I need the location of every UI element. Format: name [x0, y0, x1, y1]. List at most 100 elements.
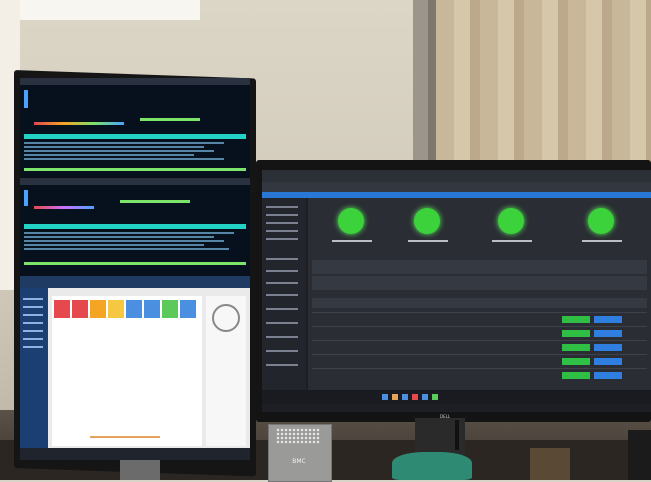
- table-row[interactable]: [312, 312, 647, 325]
- action-button[interactable]: [594, 330, 622, 337]
- status-tile[interactable]: [144, 300, 160, 318]
- taskbar-app-icon[interactable]: [392, 394, 398, 400]
- start-button[interactable]: [562, 316, 590, 323]
- mouse: [392, 452, 472, 480]
- right-monitor-screen: [262, 170, 651, 412]
- desk-object: [530, 448, 570, 480]
- sidebar-item[interactable]: [266, 322, 298, 324]
- status-node-4[interactable]: [588, 208, 614, 234]
- sidebar-item[interactable]: [266, 282, 298, 284]
- action-button[interactable]: [594, 344, 622, 351]
- process-row: [24, 150, 214, 152]
- sidebar-item[interactable]: [266, 350, 298, 352]
- chart-line: [90, 436, 160, 438]
- start-button[interactable]: [562, 372, 590, 379]
- table-row[interactable]: [312, 340, 647, 353]
- process-header-bar: [24, 224, 246, 229]
- table-row[interactable]: [312, 354, 647, 367]
- status-tile[interactable]: [180, 300, 196, 318]
- sidebar-item[interactable]: [266, 238, 298, 240]
- app-sidebar: [262, 198, 306, 390]
- start-button[interactable]: [562, 344, 590, 351]
- cpu-bar: [34, 122, 124, 125]
- sidebar-item[interactable]: [266, 294, 298, 296]
- sidebar-item[interactable]: [266, 270, 298, 272]
- status-tile[interactable]: [90, 300, 106, 318]
- left-monitor-screen: [20, 78, 250, 460]
- info-band: [312, 260, 647, 274]
- process-row: [24, 236, 214, 238]
- status-node-label: [492, 240, 532, 242]
- start-button[interactable]: [562, 330, 590, 337]
- action-button[interactable]: [594, 316, 622, 323]
- status-tile[interactable]: [54, 300, 70, 318]
- process-row: [24, 244, 204, 246]
- cpu-bar: [34, 206, 94, 209]
- process-row: [24, 232, 234, 234]
- browser-tab-bar[interactable]: [262, 170, 651, 182]
- table-header: [312, 298, 647, 308]
- taskbar: [20, 448, 250, 460]
- left-monitor-stand: [120, 460, 160, 480]
- status-node-2[interactable]: [414, 208, 440, 234]
- box-vent-grid: [276, 428, 320, 444]
- sidebar-item[interactable]: [266, 230, 298, 232]
- status-tile[interactable]: [126, 300, 142, 318]
- cpu-meter: [24, 190, 28, 206]
- bookmarks-bar[interactable]: [262, 182, 651, 192]
- sidebar-item[interactable]: [266, 336, 298, 338]
- sidebar-item[interactable]: [266, 364, 298, 366]
- status-node-3[interactable]: [498, 208, 524, 234]
- action-button[interactable]: [594, 358, 622, 365]
- browser-sidebar: [20, 288, 48, 448]
- browser-chrome: [20, 276, 250, 288]
- process-row: [24, 248, 229, 250]
- status-node-1[interactable]: [338, 208, 364, 234]
- sidebar-item[interactable]: [23, 338, 43, 340]
- process-header-bar: [24, 134, 246, 139]
- sidebar-item[interactable]: [23, 330, 43, 332]
- mem-bar: [140, 118, 200, 121]
- terminal-htop-bottom: [20, 178, 250, 274]
- status-tile[interactable]: [72, 300, 88, 318]
- sidebar-item[interactable]: [23, 298, 43, 300]
- sidebar-item[interactable]: [266, 206, 298, 208]
- sidebar-item[interactable]: [23, 314, 43, 316]
- table-row[interactable]: [312, 326, 647, 339]
- sidebar-item[interactable]: [266, 258, 298, 260]
- taskbar-app-icon[interactable]: [422, 394, 428, 400]
- sidebar-item[interactable]: [266, 308, 298, 310]
- info-band: [312, 276, 647, 290]
- sidebar-item[interactable]: [266, 222, 298, 224]
- terminal-titlebar: [20, 178, 250, 185]
- process-row: [24, 154, 194, 156]
- status-tile[interactable]: [108, 300, 124, 318]
- browser-dashboard: [20, 276, 250, 460]
- taskbar-app-icon[interactable]: [432, 394, 438, 400]
- taskbar-app-icon[interactable]: [412, 394, 418, 400]
- status-tile[interactable]: [162, 300, 178, 318]
- cpu-meter: [24, 90, 28, 108]
- cable: [455, 420, 459, 450]
- start-button[interactable]: [562, 358, 590, 365]
- sidebar-item[interactable]: [266, 214, 298, 216]
- function-key-bar: [24, 262, 246, 265]
- sidebar-item[interactable]: [23, 346, 43, 348]
- taskbar-app-icon[interactable]: [402, 394, 408, 400]
- dashboard-main: [52, 296, 202, 446]
- taskbar-app-icon[interactable]: [382, 394, 388, 400]
- process-row: [24, 240, 224, 242]
- gauge-icon: [212, 304, 240, 332]
- process-row: [24, 158, 224, 160]
- window-light: [0, 0, 200, 20]
- sidebar-item[interactable]: [23, 306, 43, 308]
- speaker: [628, 430, 651, 480]
- sidebar-item[interactable]: [23, 322, 43, 324]
- action-button[interactable]: [594, 372, 622, 379]
- status-node-label: [582, 240, 622, 242]
- terminal-htop-top: [20, 78, 250, 176]
- box-logo: BMC: [292, 458, 306, 465]
- table-row[interactable]: [312, 368, 647, 381]
- status-node-label: [408, 240, 448, 242]
- side-panel: [206, 296, 246, 446]
